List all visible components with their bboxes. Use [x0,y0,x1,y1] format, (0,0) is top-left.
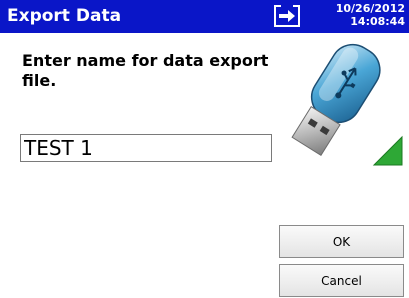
date-time-display: 10/26/2012 14:08:44 [336,2,405,28]
time-text: 14:08:44 [350,15,405,28]
usb-flash-drive-icon [291,43,403,166]
filename-prompt: Enter name for data export file. [22,51,269,90]
screen-title: Export Data [7,6,122,26]
export-data-screen: Export Data 10/26/2012 14:08:44 Enter na… [0,0,409,298]
filename-input[interactable] [20,134,272,162]
export-arrow-icon [274,3,300,27]
date-text: 10/26/2012 [335,2,405,15]
cancel-button[interactable]: Cancel [279,264,404,297]
title-bar: Export Data 10/26/2012 14:08:44 [0,0,409,33]
ok-button[interactable]: OK [279,225,404,258]
